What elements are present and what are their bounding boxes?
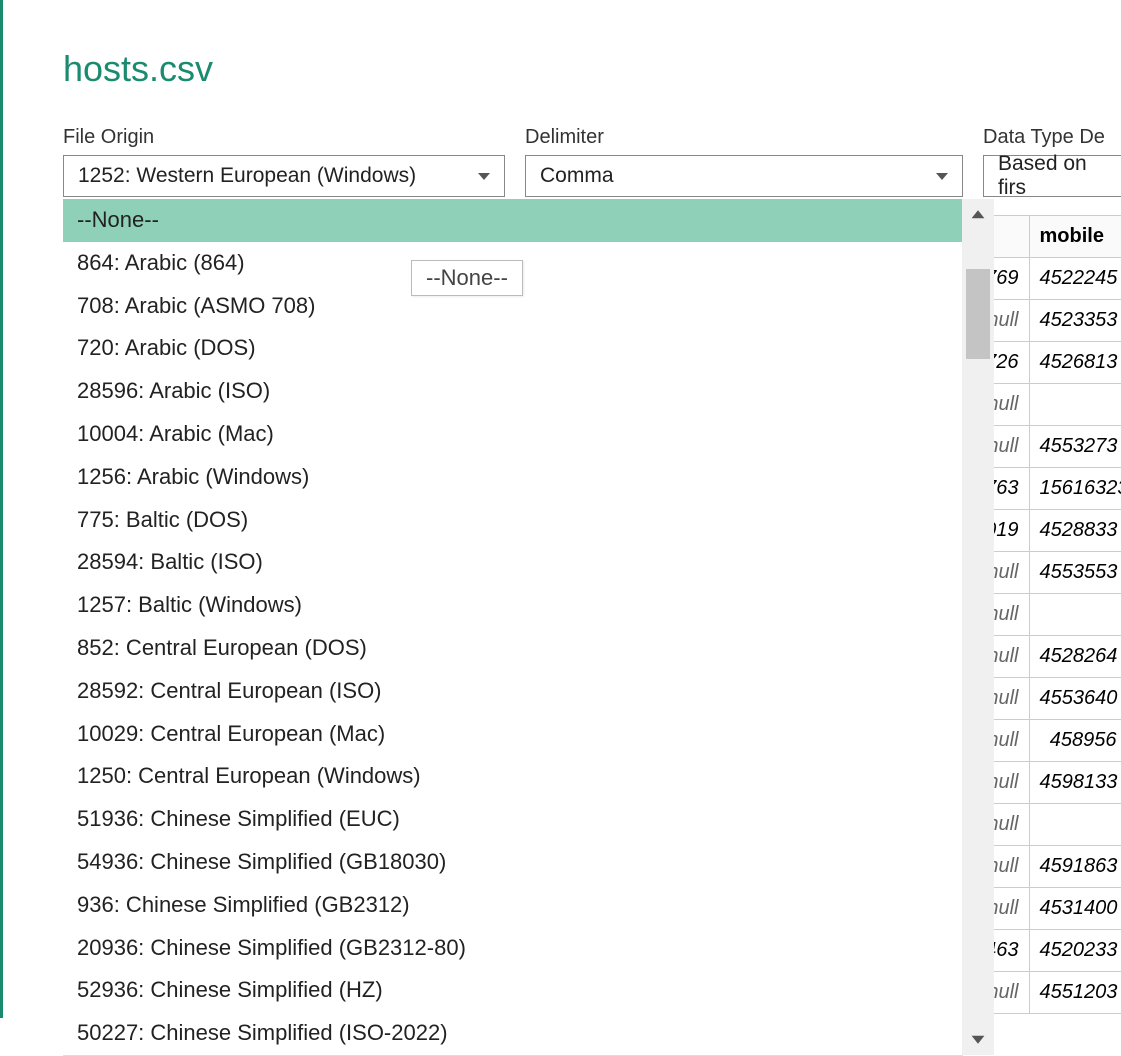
tooltip: --None--	[411, 260, 523, 296]
scroll-thumb[interactable]	[966, 269, 990, 359]
cell	[1029, 804, 1121, 846]
cell: 4553273	[1029, 426, 1121, 468]
delimiter-select[interactable]: Comma	[525, 155, 963, 197]
cell: 4553640	[1029, 678, 1121, 720]
file-origin-label: File Origin	[63, 126, 505, 149]
scroll-up-button[interactable]	[962, 199, 994, 231]
dropdown-item[interactable]: 1257: Baltic (Windows)	[63, 584, 962, 627]
cell: 4526813	[1029, 342, 1121, 384]
data-type-value: Based on firs	[998, 152, 1119, 200]
file-origin-dropdown[interactable]: --None--864: Arabic (864)708: Arabic (AS…	[63, 199, 963, 1056]
data-type-select[interactable]: Based on firs	[983, 155, 1121, 197]
cell: 4523353	[1029, 300, 1121, 342]
delimiter-value: Comma	[540, 164, 614, 188]
dropdown-item[interactable]: 52936: Chinese Simplified (HZ)	[63, 969, 962, 1012]
cell: 4528833	[1029, 510, 1121, 552]
dropdown-item[interactable]: 936: Chinese Simplified (GB2312)	[63, 884, 962, 927]
scrollbar[interactable]	[962, 199, 994, 1055]
dropdown-item[interactable]: 10004: Arabic (Mac)	[63, 413, 962, 456]
cell: 4591863	[1029, 846, 1121, 888]
chevron-down-icon	[936, 173, 948, 180]
cell: 4522245	[1029, 258, 1121, 300]
dropdown-item[interactable]: 28594: Baltic (ISO)	[63, 541, 962, 584]
dropdown-item[interactable]: 51936: Chinese Simplified (EUC)	[63, 798, 962, 841]
file-origin-select[interactable]: 1252: Western European (Windows)	[63, 155, 505, 197]
dropdown-item[interactable]: 10029: Central European (Mac)	[63, 713, 962, 756]
dropdown-item[interactable]: 28596: Arabic (ISO)	[63, 370, 962, 413]
cell: 15616323	[1029, 468, 1121, 510]
cell: 4531400	[1029, 888, 1121, 930]
dropdown-item[interactable]: 1250: Central European (Windows)	[63, 755, 962, 798]
page-title: hosts.csv	[63, 48, 1121, 90]
cell: 4528264	[1029, 636, 1121, 678]
cell	[1029, 594, 1121, 636]
cell: 4553553	[1029, 552, 1121, 594]
dropdown-item[interactable]: 1256: Arabic (Windows)	[63, 456, 962, 499]
chevron-down-icon	[478, 173, 490, 180]
cell: 4551203	[1029, 972, 1121, 1014]
cell	[1029, 384, 1121, 426]
dropdown-item[interactable]: 852: Central European (DOS)	[63, 627, 962, 670]
cell: 4520233	[1029, 930, 1121, 972]
cell: 4598133	[1029, 762, 1121, 804]
delimiter-label: Delimiter	[525, 126, 963, 149]
scroll-down-button[interactable]	[962, 1023, 994, 1055]
file-origin-value: 1252: Western European (Windows)	[78, 164, 416, 188]
cell: 458956	[1029, 720, 1121, 762]
dropdown-item[interactable]: 720: Arabic (DOS)	[63, 327, 962, 370]
dropdown-item[interactable]: 20936: Chinese Simplified (GB2312-80)	[63, 927, 962, 970]
dropdown-item[interactable]: 775: Baltic (DOS)	[63, 499, 962, 542]
dropdown-item[interactable]: --None--	[63, 199, 962, 242]
dropdown-item[interactable]: 54936: Chinese Simplified (GB18030)	[63, 841, 962, 884]
dropdown-item[interactable]: 50227: Chinese Simplified (ISO-2022)	[63, 1012, 962, 1055]
dropdown-item[interactable]: 28592: Central European (ISO)	[63, 670, 962, 713]
controls-row: File Origin 1252: Western European (Wind…	[63, 126, 1121, 197]
column-header-mobile[interactable]: mobile	[1029, 216, 1121, 258]
data-type-label: Data Type De	[983, 126, 1121, 149]
